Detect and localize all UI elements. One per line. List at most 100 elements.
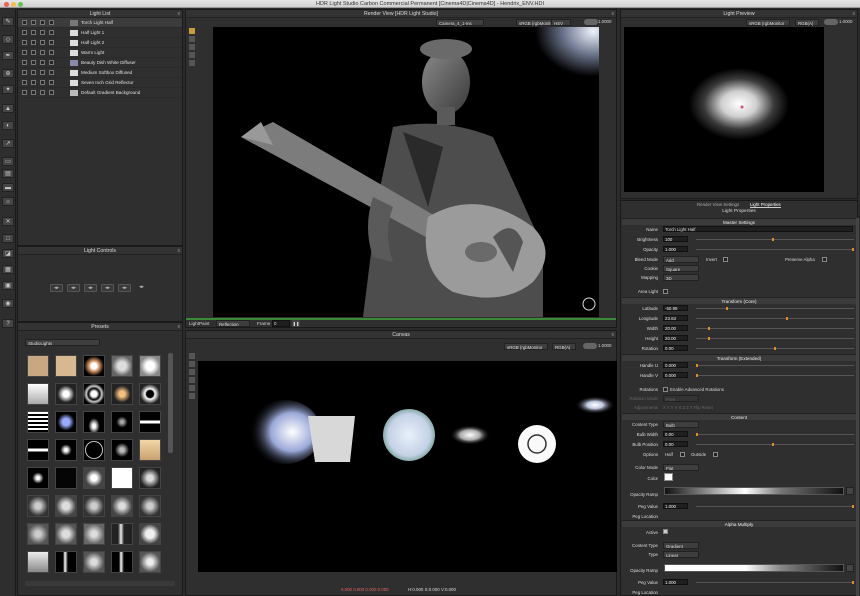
brightness-slider[interactable]	[696, 238, 854, 241]
active-checkbox[interactable]	[663, 529, 668, 534]
close-icon[interactable]: x	[178, 323, 181, 331]
fit-icon[interactable]	[189, 60, 195, 66]
preset-thumbnail[interactable]	[27, 355, 49, 377]
handle-v-input[interactable]: 0.000	[663, 372, 688, 378]
light-toggle-checkbox[interactable]	[40, 40, 45, 45]
adjustments-buttons[interactable]: X Y Y X X Z Z X Flip Reset	[663, 405, 713, 410]
preview-channel-select[interactable]: RGB(A)	[795, 19, 819, 27]
preset-thumbnail[interactable]	[83, 523, 105, 545]
zoom-icon[interactable]	[189, 52, 195, 58]
rotate-light-button[interactable]: ◂▸	[101, 284, 114, 292]
canvas-select-icon[interactable]	[189, 353, 195, 359]
minimize-window-button[interactable]	[11, 1, 16, 7]
brightness-input[interactable]: 100	[663, 236, 688, 242]
light-toggle-checkbox[interactable]	[31, 70, 36, 75]
light-toggle-checkbox[interactable]	[49, 30, 54, 35]
longitude-slider[interactable]	[696, 317, 854, 320]
move-light-button[interactable]: ◂▸	[67, 284, 80, 292]
preset-thumbnail[interactable]	[83, 551, 105, 573]
light-list-item[interactable]: Default Gradient Background	[18, 88, 182, 98]
tab-light-properties[interactable]: Light Properties	[750, 202, 781, 208]
light-toggle-checkbox[interactable]	[40, 80, 45, 85]
advanced-rotations-checkbox[interactable]	[663, 387, 668, 392]
light-toggle-checkbox[interactable]	[49, 40, 54, 45]
select-icon[interactable]	[189, 36, 195, 42]
render-image[interactable]	[213, 27, 599, 317]
light-list-item[interactable]: Warm Light	[18, 48, 182, 58]
target-tool-icon[interactable]: ✦	[2, 85, 14, 94]
rotation-mode-select[interactable]: Free	[663, 395, 699, 403]
latitude-input[interactable]: -50.99	[663, 305, 688, 311]
opacity-input[interactable]: 1.000	[663, 246, 688, 252]
eraser-tool-icon[interactable]: ◇	[2, 35, 14, 44]
light-toggle-checkbox[interactable]	[40, 90, 45, 95]
preset-thumbnail[interactable]	[111, 551, 133, 573]
width-input[interactable]: 20.00	[663, 325, 688, 331]
section-master-settings[interactable]: Master Settings	[622, 218, 856, 225]
opacity-slider[interactable]	[696, 248, 854, 251]
light-toggle-checkbox[interactable]	[22, 90, 27, 95]
canvas-fit-icon[interactable]	[189, 385, 195, 391]
mapping-select[interactable]: 3D	[663, 274, 699, 282]
preset-thumbnail[interactable]	[55, 467, 77, 489]
content-type-select[interactable]: Bulb	[663, 421, 699, 429]
half-checkbox[interactable]	[680, 452, 685, 457]
preset-thumbnail[interactable]	[139, 411, 161, 433]
preset-scrollbar[interactable]	[168, 353, 173, 453]
light-toggle-checkbox[interactable]	[49, 20, 54, 25]
light-toggle-checkbox[interactable]	[40, 70, 45, 75]
name-field[interactable]: Torch Light Half	[663, 226, 853, 232]
bulb-width-input[interactable]: 0.00	[663, 431, 688, 437]
paint-icon[interactable]	[189, 28, 195, 34]
preview-colorspace-select[interactable]: sRGB (rgbMonitor	[746, 19, 790, 27]
blend-mode-select[interactable]: Add	[663, 256, 699, 264]
arrow-tool-icon[interactable]: ↗	[2, 139, 14, 148]
preset-thumbnail[interactable]	[111, 383, 133, 405]
preset-thumbnail[interactable]	[27, 383, 49, 405]
preset-thumbnail[interactable]	[83, 439, 105, 461]
light-list-item[interactable]: Torch Light Half	[18, 18, 182, 28]
preset-thumbnail[interactable]	[27, 411, 49, 433]
sun-icon[interactable]: ☼	[2, 197, 14, 206]
preset-thumbnail[interactable]	[55, 551, 77, 573]
canvas-channel-select[interactable]: RGB(A)	[552, 343, 576, 351]
handle-v-slider[interactable]	[696, 374, 854, 377]
preserve-alpha-checkbox[interactable]	[822, 257, 827, 262]
light-list-item[interactable]: Seven Inch Grid Reflector	[18, 78, 182, 88]
bulb-position-slider[interactable]	[696, 443, 854, 446]
layers-icon[interactable]: ▦	[2, 265, 14, 274]
color-mode-select[interactable]: Flat	[663, 464, 699, 472]
tab-render-view-settings[interactable]: Render View Settings	[697, 202, 739, 207]
light-toggle-checkbox[interactable]	[22, 30, 27, 35]
light-toggle-checkbox[interactable]	[22, 50, 27, 55]
preset-size-slider[interactable]	[25, 581, 175, 586]
bulb-width-slider[interactable]	[696, 433, 854, 436]
opacity-ramp-gradient[interactable]	[664, 487, 844, 495]
light-toggle-checkbox[interactable]	[31, 50, 36, 55]
reset-light-button[interactable]: ◂▸	[135, 284, 148, 292]
opacity-ramp-2-gradient[interactable]	[664, 564, 844, 572]
bar-light-icon[interactable]: ▬	[2, 183, 14, 192]
light-toggle-checkbox[interactable]	[22, 40, 27, 45]
preset-thumbnail[interactable]	[27, 551, 49, 573]
handle-u-slider[interactable]	[696, 364, 854, 367]
latitude-slider[interactable]	[696, 307, 854, 310]
width-slider[interactable]	[696, 327, 854, 330]
preset-thumbnail[interactable]	[27, 495, 49, 517]
light-toggle-checkbox[interactable]	[40, 30, 45, 35]
spread-light-button[interactable]: ◂▸	[118, 284, 131, 292]
preset-thumbnail[interactable]	[111, 439, 133, 461]
preset-thumbnail[interactable]	[111, 523, 133, 545]
light-toggle-checkbox[interactable]	[49, 70, 54, 75]
section-transform-core[interactable]: Transform (Core)	[622, 297, 856, 304]
light-list-item[interactable]: Medium Softbox Diffused	[18, 68, 182, 78]
light-add-icon[interactable]: ▲	[2, 104, 14, 113]
zoom-window-button[interactable]	[18, 1, 23, 7]
preset-thumbnail[interactable]	[139, 467, 161, 489]
bulb-position-input[interactable]: 0.00	[663, 441, 688, 447]
light-toggle-checkbox[interactable]	[31, 60, 36, 65]
image-icon[interactable]: ▣	[2, 281, 14, 290]
camera-select[interactable]: Camera_4_1-Ins	[436, 19, 484, 27]
preset-thumbnail[interactable]	[55, 495, 77, 517]
pen-tool-icon[interactable]: ✒	[2, 51, 14, 60]
